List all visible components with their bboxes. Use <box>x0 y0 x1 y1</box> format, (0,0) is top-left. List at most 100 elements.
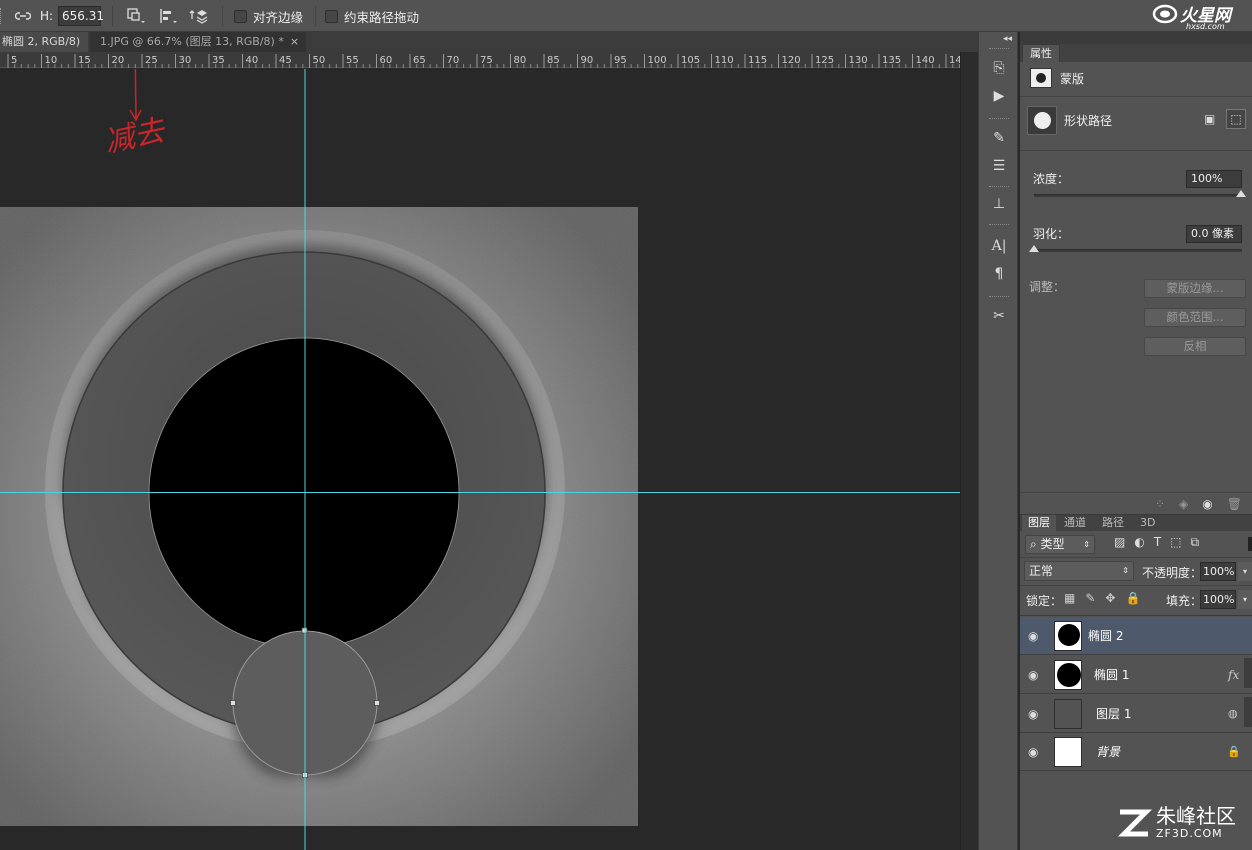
zf3d-watermark-text: 朱峰社区 <box>1156 804 1236 828</box>
brushes-icon[interactable]: ✎ <box>987 128 1011 148</box>
ruler-tick-label: 140 <box>916 55 935 66</box>
layer-row-ellipse-1[interactable]: ◉ 椭圆 1 fx <box>1020 656 1252 694</box>
tab-close-icon[interactable]: × <box>290 35 299 48</box>
layers-panel: 图层 通道 路径 3D ⌕ 类型 ⇕ ▨ ◐ T ⬚ ⧉ 正常 ⇕ 不透明度： 10… <box>1020 514 1252 850</box>
density-slider-handle[interactable] <box>1236 190 1246 197</box>
filter-type-icon[interactable]: T <box>1154 535 1161 550</box>
search-icon: ⌕ <box>1030 537 1041 551</box>
tab-label: 1.JPG @ 66.7% (图层 13, RGB/8) * <box>100 35 284 48</box>
link-icon[interactable] <box>15 0 31 32</box>
tool-presets-icon[interactable]: ✂ <box>987 306 1011 326</box>
tab-document-1[interactable]: 椭圆 2, RGB/8) *× <box>0 32 88 68</box>
feather-slider[interactable] <box>1034 249 1242 252</box>
lock-all-icon[interactable]: 🔒 <box>1125 591 1140 605</box>
fx-icon[interactable]: fx <box>1228 668 1239 682</box>
load-selection-icon[interactable]: ⁘ <box>1155 497 1165 511</box>
adjustments-sliders-icon[interactable]: ☰ <box>987 156 1011 176</box>
layer-name[interactable]: 背景 <box>1096 743 1120 760</box>
filter-pixel-icon[interactable]: ▨ <box>1114 535 1125 550</box>
canvas-area[interactable]: 减去 <box>0 69 960 850</box>
density-slider[interactable] <box>1034 194 1242 197</box>
align-edges-checkbox[interactable] <box>234 9 247 23</box>
ruler-tick-label: 75 <box>480 55 493 66</box>
mask-edge-button[interactable]: 蒙版边缘... <box>1144 279 1246 298</box>
horizontal-ruler: 5 10 15 20 25 30 35 40 45 50 55 60 65 70 75 80 85 90 95 100… <box>0 52 960 68</box>
lock-pixels-icon[interactable]: ✎ <box>1085 591 1095 605</box>
ruler-tick-label: 15 <box>78 55 91 66</box>
anchor-point-left[interactable] <box>230 700 236 706</box>
pixel-mask-icon[interactable] <box>1030 68 1052 88</box>
constrain-path-checkbox[interactable] <box>325 9 338 23</box>
opacity-input[interactable]: 100% <box>1200 562 1236 581</box>
properties-panel: 属性 蒙版 形状路径 ▣ ⬚ 浓度： 100% 羽化： 0.0 像素 调整： 蒙… <box>1020 44 1252 514</box>
anchor-point-right[interactable] <box>374 700 380 706</box>
vector-mask-icon[interactable]: ⬚ <box>1226 109 1246 129</box>
invert-button[interactable]: 反相 <box>1144 337 1246 356</box>
fill-input[interactable]: 100% <box>1200 590 1236 609</box>
tab-3d[interactable]: 3D <box>1134 515 1161 531</box>
layer-row-background[interactable]: ◉ 背景 🔒 <box>1020 733 1252 771</box>
visibility-icon[interactable]: ◉ <box>1202 497 1212 511</box>
layer-name[interactable]: 图层 1 <box>1096 705 1131 722</box>
ruler-tick-label: 60 <box>380 55 393 66</box>
filter-smartobject-icon[interactable]: ⧉ <box>1191 535 1200 550</box>
blend-mode-value: 正常 <box>1029 564 1054 578</box>
lock-label: 锁定： <box>1026 594 1063 608</box>
path-arrangement-icon[interactable] <box>188 0 210 32</box>
vector-mask-thumbnail[interactable] <box>1027 105 1057 135</box>
ruler-tick-label: 65 <box>413 55 426 66</box>
add-mask-icon[interactable]: ▣ <box>1204 112 1222 128</box>
ruler-tick-label: 125 <box>815 55 834 66</box>
tab-layers[interactable]: 图层 <box>1022 515 1056 531</box>
density-input[interactable]: 100% <box>1186 170 1242 188</box>
tab-paths[interactable]: 路径 <box>1096 515 1130 531</box>
color-range-button[interactable]: 颜色范围... <box>1144 308 1246 327</box>
blend-mode-select[interactable]: 正常 ⇕ <box>1024 561 1134 581</box>
tab-document-2[interactable]: 1.JPG @ 66.7% (图层 13, RGB/8) * × <box>90 32 306 52</box>
tab-properties[interactable]: 属性 <box>1022 44 1060 62</box>
lock-icon: 🔒 <box>1227 745 1241 758</box>
visibility-eye-icon[interactable]: ◉ <box>1028 668 1042 682</box>
lock-position-icon[interactable]: ✥ <box>1105 591 1115 605</box>
actions-play-icon[interactable]: ▶ <box>987 86 1011 106</box>
lock-transparent-icon[interactable]: ▦ <box>1064 591 1075 605</box>
vertical-scrollbar[interactable] <box>960 52 978 850</box>
layer-name[interactable]: 椭圆 1 <box>1094 666 1129 683</box>
opacity-label: 不透明度： <box>1142 566 1203 580</box>
ruler-tick-label: 95 <box>614 55 627 66</box>
layer-thumbnail <box>1054 620 1082 651</box>
layer-filter-select[interactable]: ⌕ 类型 ⇕ <box>1025 535 1095 554</box>
collapse-arrows-icon[interactable]: ◂◂ <box>1003 34 1012 44</box>
layer-name[interactable]: 椭圆 2 <box>1088 627 1123 644</box>
ruler-tick-label: 120 <box>782 55 801 66</box>
feather-input[interactable]: 0.0 像素 <box>1186 225 1242 243</box>
filter-value: 类型 <box>1040 537 1065 551</box>
height-label: H: <box>40 9 54 23</box>
visibility-eye-icon[interactable]: ◉ <box>1028 629 1042 643</box>
tab-channels[interactable]: 通道 <box>1058 515 1092 531</box>
opacity-dropdown-icon[interactable]: ▾ <box>1238 562 1252 581</box>
height-input[interactable]: 656.31 <box>58 6 104 26</box>
ruler-tick-label: 35 <box>212 55 225 66</box>
layer-row-layer-1[interactable]: ◉ 图层 1 ◍ <box>1020 695 1252 733</box>
dropdown-arrows-icon: ⇕ <box>1083 540 1090 549</box>
path-alignment-icon[interactable] <box>158 0 178 32</box>
delete-icon[interactable]: 🗑 <box>1227 497 1242 511</box>
layer-row-ellipse-2[interactable]: ◉ 椭圆 2 <box>1020 617 1252 655</box>
fill-dropdown-icon[interactable]: ▾ <box>1238 590 1252 609</box>
visibility-eye-icon[interactable]: ◉ <box>1028 745 1042 759</box>
layer-thumbnail <box>1054 659 1082 690</box>
feather-slider-handle[interactable] <box>1029 245 1039 252</box>
ruler-tick-label: 115 <box>748 55 767 66</box>
apply-mask-icon[interactable]: ◈ <box>1179 497 1188 511</box>
history-icon[interactable]: ⎘ <box>987 58 1011 78</box>
layer-style-icon[interactable]: ◍ <box>1228 707 1238 720</box>
visibility-eye-icon[interactable]: ◉ <box>1028 707 1042 721</box>
clone-source-icon[interactable]: ⊥ <box>987 194 1011 214</box>
ruler-tick-label: 70 <box>447 55 460 66</box>
paragraph-icon[interactable]: ¶ <box>987 264 1011 284</box>
filter-adjustment-icon[interactable]: ◐ <box>1134 535 1144 550</box>
filter-shape-icon[interactable]: ⬚ <box>1170 535 1181 550</box>
character-icon[interactable]: A| <box>987 236 1011 256</box>
path-operations-icon[interactable] <box>126 0 146 32</box>
